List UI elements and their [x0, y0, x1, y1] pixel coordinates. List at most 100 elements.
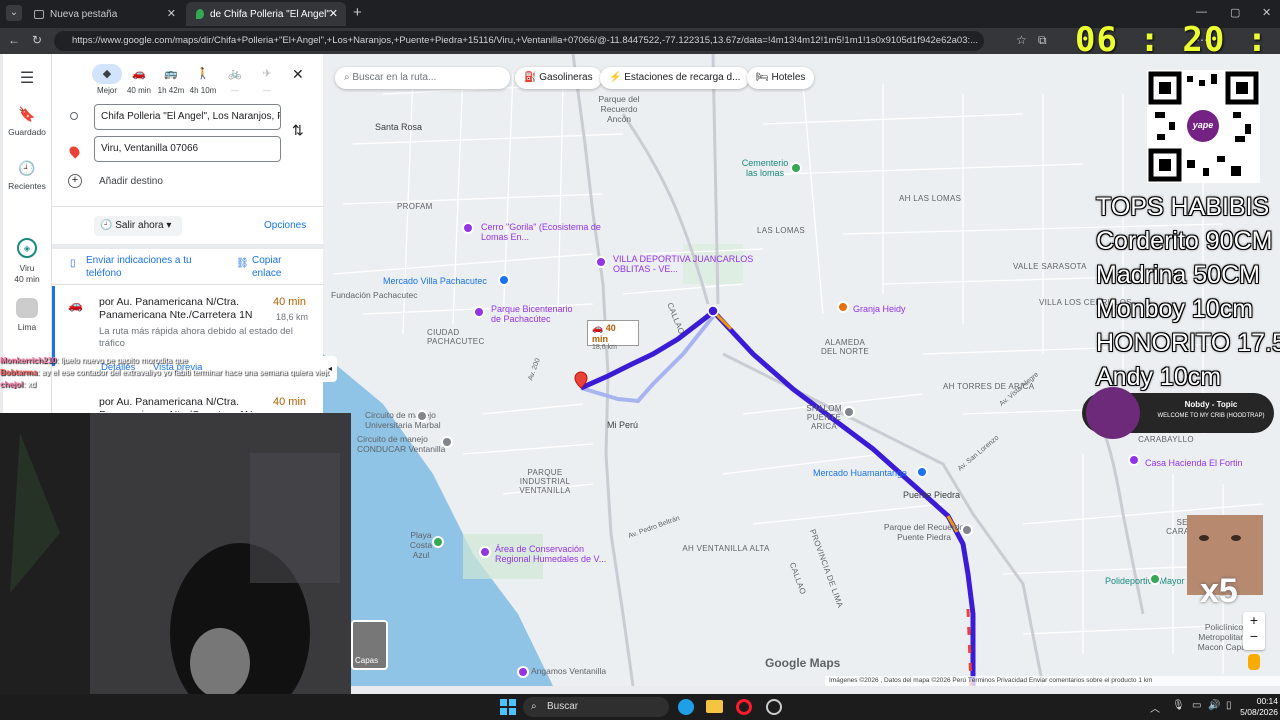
- menu-icon[interactable]: ☰: [3, 68, 51, 88]
- poi-marker[interactable]: [595, 256, 607, 268]
- copy-link-button[interactable]: ⛓ Copiar enlace: [236, 254, 306, 280]
- chip-hotels[interactable]: 🛏 Hoteles: [747, 67, 815, 89]
- opera-icon[interactable]: [736, 699, 752, 715]
- edge-icon[interactable]: [678, 699, 694, 715]
- reload-icon[interactable]: ↻: [32, 33, 42, 47]
- microphone-icon[interactable]: 🎙: [1172, 700, 1185, 711]
- close-directions-button[interactable]: ✕: [292, 66, 304, 83]
- map-label: Polideportivo Mayor: [1105, 576, 1185, 586]
- recent-icon[interactable]: 🕘: [3, 160, 51, 177]
- close-window-button[interactable]: ✕: [1262, 6, 1271, 19]
- mode-transit[interactable]: 🚌 1h 42m: [156, 64, 186, 95]
- track-subtitle: WELCOME TO MY CRIB (HOODTRAP): [1157, 413, 1265, 419]
- map-label: Mi Perú: [607, 420, 639, 430]
- poi-marker[interactable]: [843, 406, 855, 418]
- route1-time: 40 min: [273, 296, 307, 308]
- poi-marker[interactable]: [462, 222, 474, 234]
- new-tab-button[interactable]: +: [353, 4, 362, 21]
- mode-walk[interactable]: 🚶 4h 10m: [188, 64, 218, 95]
- taskbar-search[interactable]: ⌕ Buscar: [523, 697, 669, 717]
- chip-charging-stations[interactable]: ⚡ Estaciones de recarga d...: [600, 67, 750, 89]
- add-icon[interactable]: +: [68, 174, 82, 188]
- origin-input[interactable]: Chifa Polleria "El Angel", Los Naranjos,…: [94, 104, 281, 130]
- volume-icon[interactable]: 🔊: [1208, 700, 1220, 711]
- mode-car[interactable]: 🚗 40 min: [124, 64, 154, 95]
- map-label: VALLE SARASOTA: [1013, 262, 1087, 271]
- map-label: Mercado Huamantanga: [813, 468, 908, 478]
- tab-search-icon[interactable]: ⌄: [6, 5, 22, 21]
- poi-marker[interactable]: [416, 410, 428, 422]
- saved-icon[interactable]: 🔖: [3, 106, 51, 123]
- maximize-button[interactable]: ▢: [1230, 6, 1240, 19]
- taskbar-date[interactable]: 5/08/2026: [1226, 707, 1278, 717]
- yape-qr-code: yape: [1147, 70, 1260, 183]
- tab-label: de Chifa Polleria "El Angel" a Viru,: [210, 8, 330, 20]
- map-label: Parque del Recuerdo Ancón: [598, 94, 640, 124]
- zoom-out-button[interactable]: −: [1243, 628, 1265, 644]
- minimize-button[interactable]: —: [1196, 6, 1207, 18]
- mode-best[interactable]: ◆ Mejor: [92, 64, 122, 95]
- chat-message: Monkerrich210: ljuelo nuevo pe papito mo…: [0, 356, 330, 365]
- rail-lima-label[interactable]: Lima: [3, 322, 51, 332]
- tops-entry: Monboy 10cm: [1096, 295, 1254, 323]
- map-label: ALAMEDA DEL NORTE: [820, 338, 870, 356]
- network-icon[interactable]: ▭: [1192, 700, 1201, 711]
- send-to-phone-button[interactable]: ▯ Enviar indicaciones a tu teléfono: [70, 254, 210, 280]
- divider: [52, 206, 324, 207]
- file-explorer-icon[interactable]: [706, 700, 723, 713]
- mode-label: 4h 10m: [189, 86, 217, 95]
- tab-maps[interactable]: de Chifa Polleria "El Angel" a Viru, ✕: [186, 2, 346, 26]
- poi-marker[interactable]: [498, 274, 510, 286]
- eye-shape: [1231, 535, 1241, 541]
- mode-label: Mejor: [96, 86, 117, 95]
- poi-marker[interactable]: [1149, 573, 1161, 585]
- zoom-in-button[interactable]: +: [1243, 612, 1265, 628]
- layers-button[interactable]: Capas: [351, 620, 388, 670]
- trip-directions-icon[interactable]: ◈: [3, 238, 51, 258]
- poi-marker[interactable]: [790, 162, 802, 174]
- pegman-icon[interactable]: [1248, 654, 1260, 670]
- route1-via[interactable]: por Au. Panamericana N/Ctra. Panamerican…: [99, 296, 259, 322]
- poi-marker[interactable]: [517, 666, 529, 678]
- poi-marker[interactable]: [441, 436, 453, 448]
- rail-saved-label[interactable]: Guardado: [3, 127, 51, 137]
- leave-now-dropdown[interactable]: 🕘 Salir ahora ▾: [94, 216, 182, 236]
- rail-recent-label[interactable]: Recientes: [6, 181, 48, 191]
- bookmark-star-icon[interactable]: ☆: [1016, 33, 1027, 47]
- destination-input[interactable]: Viru, Ventanilla 07066: [94, 136, 281, 162]
- poi-marker[interactable]: [479, 546, 491, 558]
- mode-flight[interactable]: ✈ —: [252, 64, 282, 95]
- close-tab-icon[interactable]: ✕: [167, 7, 176, 20]
- tray-chevron-icon[interactable]: ︿: [1150, 700, 1160, 715]
- address-bar[interactable]: https://www.google.com/maps/dir/Chifa+Po…: [54, 31, 984, 51]
- track-title: Nobdy - Topic: [1184, 400, 1238, 409]
- poi-marker[interactable]: [432, 536, 444, 548]
- options-button[interactable]: Opciones: [264, 220, 306, 231]
- start-icon[interactable]: [500, 699, 516, 715]
- tops-title: TOPS HABIBIS: [1096, 193, 1270, 221]
- rail-trip-label[interactable]: Viru: [3, 263, 51, 273]
- poi-marker[interactable]: [837, 301, 849, 313]
- tab-new[interactable]: Nueva pestaña ✕: [24, 2, 184, 26]
- tops-list-overlay: TOPS HABIBIS Corderito 90CM Madrina 50CM…: [1096, 190, 1280, 394]
- chip-gas-stations[interactable]: ⛽ Gasolineras: [515, 67, 602, 89]
- route-badge[interactable]: 🚗 40 min 18,6 km: [587, 320, 639, 351]
- poi-marker[interactable]: [1128, 454, 1140, 466]
- add-destination-button[interactable]: Añadir destino: [99, 176, 163, 187]
- poi-marker[interactable]: [916, 466, 928, 478]
- rail-trip-time[interactable]: 40 min: [3, 274, 51, 284]
- extensions-icon[interactable]: ⧉: [1038, 33, 1047, 48]
- back-icon[interactable]: ←: [8, 33, 20, 47]
- chrome-icon[interactable]: [766, 699, 782, 715]
- chat-text: : ljuelo nuevo pe papito morodita que: [56, 356, 188, 365]
- poi-marker[interactable]: [961, 524, 973, 536]
- search-along-route-input[interactable]: ⌕ Buscar en la ruta...: [335, 67, 510, 89]
- swap-icon[interactable]: ⇅: [292, 122, 304, 139]
- map-attribution[interactable]: Imágenes ©2026 , Datos del mapa ©2026 Pe…: [825, 676, 1280, 686]
- close-tab-icon[interactable]: ✕: [329, 7, 338, 20]
- taskbar-time[interactable]: 00:14: [1236, 696, 1278, 706]
- new-tab-favicon-icon: [34, 9, 44, 19]
- poi-marker[interactable]: [473, 306, 485, 318]
- lima-thumbnail-icon[interactable]: [3, 298, 51, 320]
- mode-bike[interactable]: 🚲 —: [220, 64, 250, 95]
